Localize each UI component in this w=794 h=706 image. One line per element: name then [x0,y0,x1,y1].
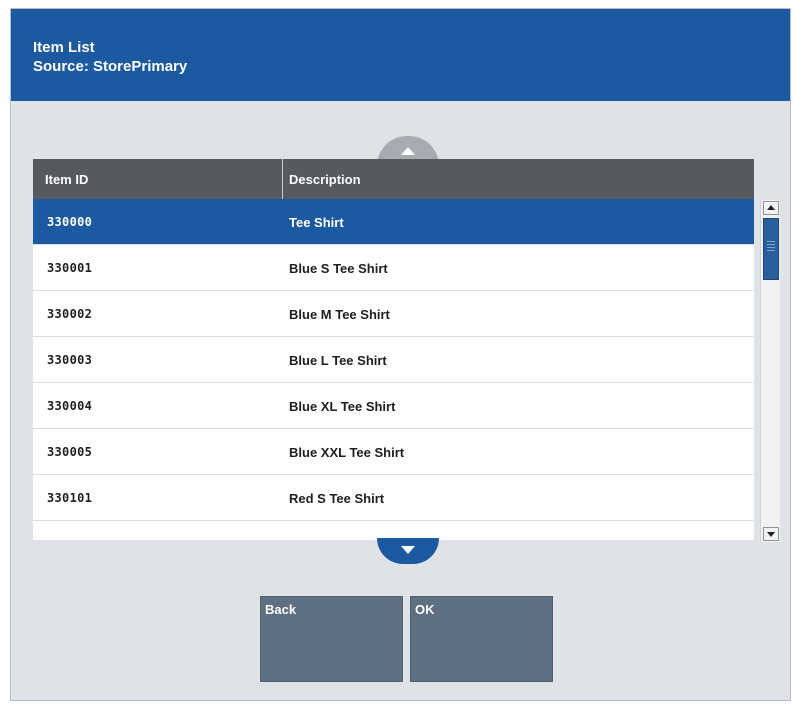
description-cell: Blue L Tee Shirt [289,353,387,368]
description-cell: Blue XXL Tee Shirt [289,445,405,460]
item-list-screen: Item List Source: StorePrimary Item ID D… [10,8,791,701]
item-id-cell: 330000 [47,215,93,229]
description-cell: Red S Tee Shirt [289,491,385,506]
chevron-up-icon [401,147,415,155]
back-button[interactable]: Back [260,596,403,682]
scrollbar-up-arrow[interactable] [763,201,779,215]
item-table: Item ID Description 330000 Tee Shirt 330… [33,159,754,540]
scroll-down-button[interactable] [377,538,439,564]
description-cell: Tee Shirt [289,215,344,230]
table-scrollbar[interactable] [760,200,780,542]
header-bar: Item List Source: StorePrimary [11,9,790,101]
description-cell: Blue S Tee Shirt [289,261,388,276]
item-id-cell: 330001 [47,261,93,275]
column-header-item-id[interactable]: Item ID [33,159,283,199]
item-id-cell: 330003 [47,353,93,367]
ok-button[interactable]: OK [410,596,553,682]
arrow-down-icon [767,532,775,537]
chevron-down-icon [401,546,415,554]
table-row[interactable]: 330000 Tee Shirt [33,199,754,245]
table-row[interactable]: 330003 Blue L Tee Shirt [33,337,754,383]
table-row[interactable]: 330001 Blue S Tee Shirt [33,245,754,291]
table-row[interactable]: 330004 Blue XL Tee Shirt [33,383,754,429]
table-body: 330000 Tee Shirt 330001 Blue S Tee Shirt… [33,199,754,521]
table-header: Item ID Description [33,159,754,199]
description-cell: Blue M Tee Shirt [289,307,390,322]
table-row[interactable]: 330002 Blue M Tee Shirt [33,291,754,337]
scrollbar-thumb[interactable] [763,218,779,280]
item-id-cell: 330004 [47,399,93,413]
table-row[interactable]: 330101 Red S Tee Shirt [33,475,754,521]
item-id-cell: 330005 [47,445,93,459]
column-header-description[interactable]: Description [283,159,754,199]
description-cell: Blue XL Tee Shirt [289,399,396,414]
arrow-up-icon [767,205,775,210]
item-id-cell: 330002 [47,307,93,321]
source-label: Source: StorePrimary [33,58,188,75]
grip-icon [767,241,775,253]
table-row[interactable]: 330005 Blue XXL Tee Shirt [33,429,754,475]
scrollbar-down-arrow[interactable] [763,527,779,541]
item-id-cell: 330101 [47,491,93,505]
page-title: Item List [33,39,95,56]
